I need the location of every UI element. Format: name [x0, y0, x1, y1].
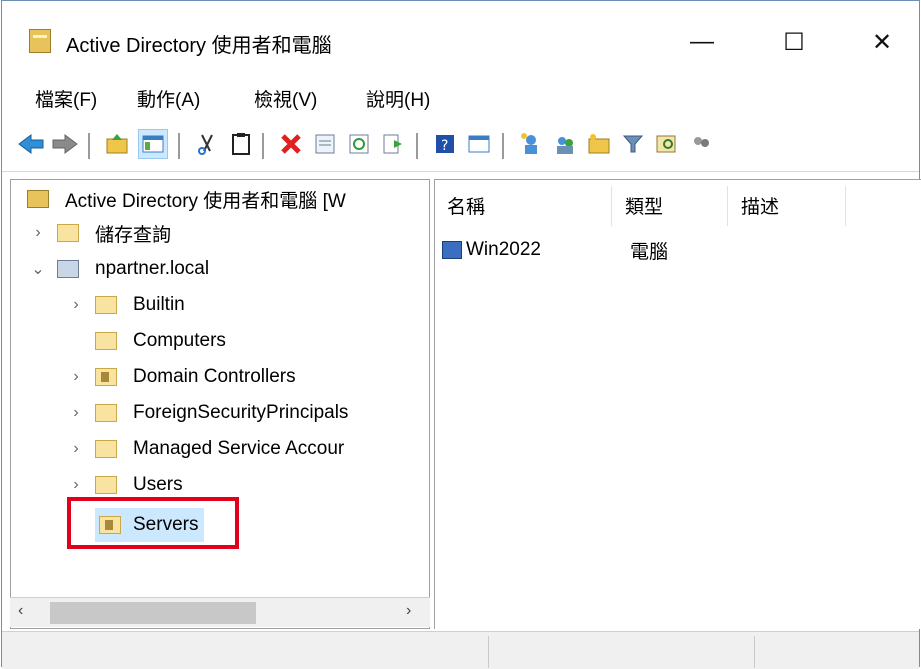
- filter-icon[interactable]: [618, 129, 648, 159]
- tree-item-label: Managed Service Accour: [133, 438, 345, 459]
- column-header-type[interactable]: 類型: [625, 192, 663, 222]
- up-folder-icon[interactable]: [102, 129, 132, 159]
- maximize-button[interactable]: ☐: [764, 19, 824, 65]
- folder-icon: [57, 224, 79, 242]
- find-icon[interactable]: [652, 129, 682, 159]
- list-item-name: Win2022: [466, 239, 541, 260]
- help-icon[interactable]: ?: [430, 129, 460, 159]
- new-user-icon[interactable]: [516, 129, 546, 159]
- aduc-icon: [27, 190, 49, 208]
- tree-root-label: Active Directory 使用者和電腦 [W: [65, 190, 346, 212]
- tree-item-domain[interactable]: ⌄ npartner.local: [29, 252, 209, 286]
- export-list-icon[interactable]: [378, 129, 408, 159]
- list-item-type: 電腦: [630, 241, 669, 263]
- ou-folder-icon: [95, 368, 117, 386]
- toolbar-separator: [88, 133, 90, 159]
- computer-icon: [442, 241, 462, 259]
- folder-icon: [95, 440, 117, 458]
- menu-action[interactable]: 動作(A): [137, 85, 200, 112]
- column-divider[interactable]: [845, 186, 846, 226]
- toolbar-separator: [416, 133, 418, 159]
- highlight-box: [67, 497, 239, 549]
- chevron-right-icon[interactable]: ›: [29, 224, 47, 242]
- new-group-icon[interactable]: [550, 129, 580, 159]
- status-bar: [2, 631, 919, 669]
- refresh-icon[interactable]: [344, 129, 374, 159]
- status-divider: [754, 636, 755, 668]
- new-ou-icon[interactable]: [584, 129, 614, 159]
- tree-item-computers[interactable]: Computers: [67, 324, 226, 358]
- window-title: Active Directory 使用者和電腦: [66, 35, 332, 57]
- minimize-button[interactable]: —: [672, 19, 732, 65]
- title-bar[interactable]: Active Directory 使用者和電腦 — ☐ ✕: [2, 1, 919, 71]
- tree-item-domain-controllers[interactable]: › Domain Controllers: [67, 360, 296, 394]
- show-console-tree-icon[interactable]: [138, 129, 168, 159]
- chevron-right-icon[interactable]: ›: [67, 440, 85, 458]
- console-tree: Active Directory 使用者和電腦 [W › 儲存查詢 ⌄ npar…: [10, 179, 430, 629]
- tree-item-label: Users: [133, 474, 183, 495]
- back-arrow-icon[interactable]: [16, 129, 46, 159]
- chevron-right-icon[interactable]: ›: [67, 476, 85, 494]
- folder-icon: [95, 404, 117, 422]
- tree-item-saved-queries[interactable]: › 儲存查詢: [29, 216, 171, 250]
- forward-arrow-icon[interactable]: [50, 129, 80, 159]
- list-item[interactable]: Win2022 電腦: [442, 235, 740, 265]
- column-divider[interactable]: [727, 186, 728, 226]
- tree-item-label: Computers: [133, 330, 226, 351]
- domain-icon: [57, 260, 79, 278]
- scroll-left-icon[interactable]: ‹: [18, 602, 23, 620]
- tree-item-label: npartner.local: [95, 258, 210, 279]
- cut-icon[interactable]: [192, 129, 222, 159]
- tree-item-label: Builtin: [133, 294, 185, 315]
- chevron-down-icon[interactable]: ⌄: [29, 259, 47, 279]
- tree-item-builtin[interactable]: › Builtin: [67, 288, 185, 322]
- tree-item-foreign-security-principals[interactable]: › ForeignSecurityPrincipals: [67, 396, 348, 430]
- paste-icon[interactable]: [226, 129, 256, 159]
- close-button[interactable]: ✕: [852, 19, 912, 65]
- folder-icon: [95, 476, 117, 494]
- status-divider: [488, 636, 489, 668]
- toolbar-separator: [262, 133, 264, 159]
- properties-icon[interactable]: [310, 129, 340, 159]
- folder-icon: [95, 296, 117, 314]
- aduc-window: Active Directory 使用者和電腦 — ☐ ✕ 檔案(F) 動作(A…: [1, 0, 921, 669]
- horizontal-scrollbar[interactable]: ‹ ›: [10, 597, 430, 627]
- chevron-right-icon[interactable]: ›: [67, 404, 85, 422]
- column-header-description[interactable]: 描述: [741, 192, 779, 222]
- menu-help[interactable]: 說明(H): [366, 85, 430, 112]
- tree-item-label: ForeignSecurityPrincipals: [133, 402, 349, 423]
- menu-bar: 檔案(F) 動作(A) 檢視(V) 說明(H): [2, 77, 919, 117]
- scroll-right-icon[interactable]: ›: [406, 602, 411, 620]
- tree-root[interactable]: Active Directory 使用者和電腦 [W: [27, 182, 346, 216]
- chevron-right-icon[interactable]: ›: [67, 368, 85, 386]
- delete-icon[interactable]: [276, 129, 306, 159]
- column-divider[interactable]: [611, 186, 612, 226]
- toolbar-separator: [502, 133, 504, 159]
- scrollbar-thumb[interactable]: [50, 602, 256, 624]
- menu-view[interactable]: 檢視(V): [254, 85, 317, 112]
- tree-item-managed-service-accounts[interactable]: › Managed Service Accour: [67, 432, 344, 466]
- column-header-name[interactable]: 名稱: [447, 192, 485, 222]
- menu-file[interactable]: 檔案(F): [35, 85, 97, 112]
- app-icon: [29, 29, 51, 53]
- tree-item-label: 儲存查詢: [95, 224, 172, 246]
- chevron-right-icon[interactable]: ›: [67, 296, 85, 314]
- folder-icon: [95, 332, 117, 350]
- svg-text:?: ?: [441, 138, 448, 154]
- toolbar-separator: [178, 133, 180, 159]
- view-toggle-icon[interactable]: [464, 129, 494, 159]
- toolbar: ?: [2, 119, 919, 172]
- add-to-group-icon[interactable]: [686, 129, 716, 159]
- tree-item-label: Domain Controllers: [133, 366, 296, 387]
